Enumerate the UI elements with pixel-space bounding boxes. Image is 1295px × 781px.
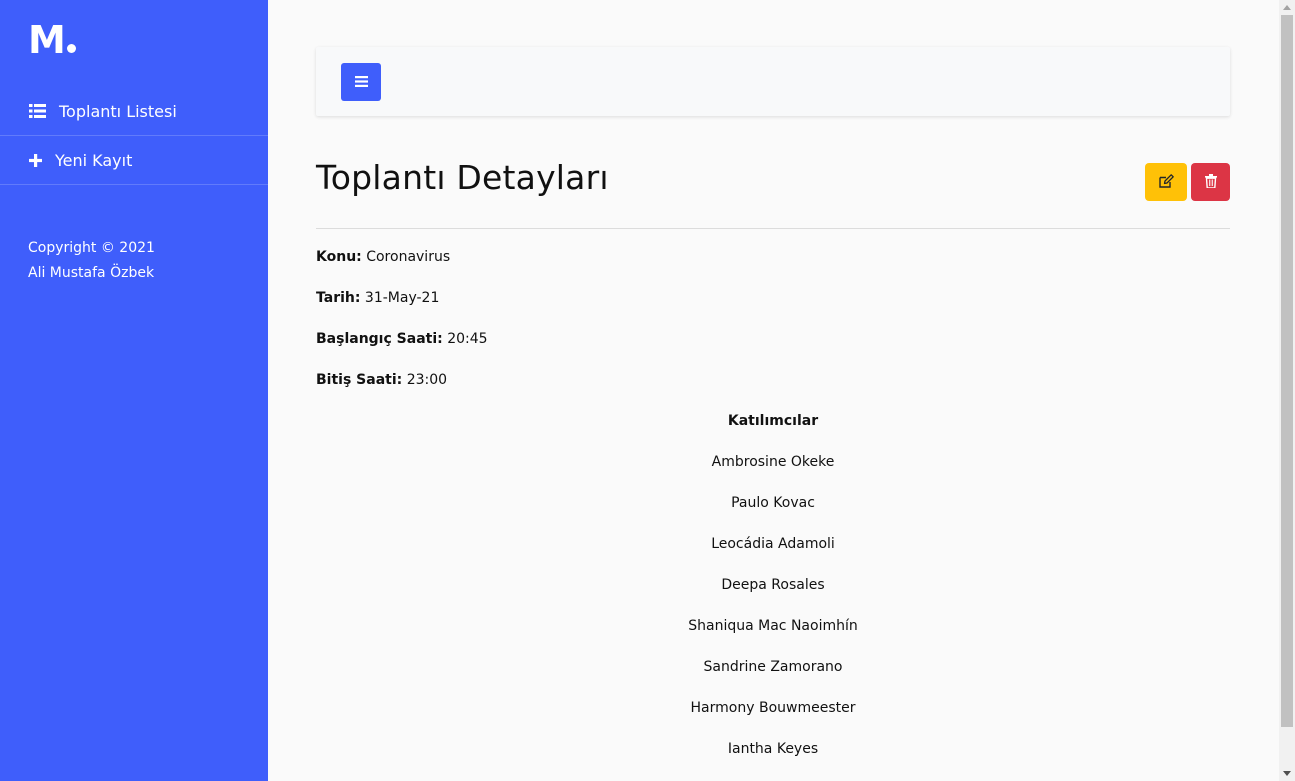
sidebar-item-label: Toplantı Listesi: [59, 101, 177, 121]
list-item: Harmony Bouwmeester: [690, 700, 856, 716]
detail-date: Tarih: 31-May-21: [316, 287, 1230, 328]
detail-label: Tarih:: [316, 290, 361, 306]
detail-end-time: Bitiş Saati: 23:00: [316, 369, 1230, 410]
top-navbar: [316, 47, 1230, 116]
edit-button[interactable]: [1145, 163, 1187, 201]
title-divider: [316, 228, 1230, 229]
scroll-up-icon[interactable]: [1279, 0, 1295, 15]
detail-value: 31-May-21: [364, 290, 440, 306]
sidebar-item-meeting-list[interactable]: Toplantı Listesi: [0, 87, 268, 136]
detail-value: Coronavirus: [366, 249, 451, 265]
list-item: Paulo Kovac: [731, 495, 815, 511]
logo-text: M: [28, 18, 66, 62]
detail-label: Başlangıç Saati:: [316, 331, 443, 347]
sidebar-toggle-button[interactable]: [341, 63, 381, 101]
detail-label: Bitiş Saati:: [316, 372, 403, 388]
list-item: Iantha Keyes: [727, 741, 819, 757]
delete-button[interactable]: [1191, 163, 1230, 201]
menu-icon: [354, 75, 368, 90]
detail-value: 23:00: [406, 372, 448, 388]
copyright-author: Ali Mustafa Özbek: [28, 265, 155, 281]
page-title: Toplantı Detayları: [316, 158, 609, 197]
list-item: Deepa Rosales: [721, 577, 825, 593]
detail-label: Konu:: [316, 249, 362, 265]
detail-value: 20:45: [447, 331, 488, 347]
meeting-details: Konu: Coronavirus Tarih: 31-May-21 Başla…: [316, 246, 1230, 410]
edit-icon: [1158, 173, 1174, 191]
participants-heading: Katılımcılar: [727, 413, 819, 429]
logo-dot: [66, 44, 76, 53]
scroll-down-icon[interactable]: [1279, 766, 1295, 781]
sidebar-item-new-record[interactable]: Yeni Kayıt: [0, 136, 268, 185]
participants-list: Katılımcılar Ambrosine Okeke Paulo Kovac…: [316, 410, 1230, 779]
sidebar-nav: Toplantı Listesi Yeni Kayıt: [0, 87, 268, 185]
list-item: Ambrosine Okeke: [711, 454, 835, 470]
list-icon: [28, 102, 46, 120]
vertical-scrollbar[interactable]: [1279, 0, 1295, 781]
scroll-thumb[interactable]: [1281, 15, 1293, 727]
sidebar-item-label: Yeni Kayıt: [55, 150, 133, 170]
list-item: Sandrine Zamorano: [703, 659, 843, 675]
plus-icon: [28, 151, 42, 169]
detail-start-time: Başlangıç Saati: 20:45: [316, 328, 1230, 369]
sidebar: M Toplantı Listesi Yeni Kayıt Copyright …: [0, 0, 268, 781]
copyright-year: Copyright © 2021: [28, 240, 155, 256]
copyright: Copyright © 2021 Ali Mustafa Özbek: [28, 236, 155, 286]
logo[interactable]: M: [28, 20, 76, 60]
list-item: Shaniqua Mac Naoimhín: [688, 618, 858, 634]
detail-subject: Konu: Coronavirus: [316, 246, 1230, 287]
list-item: Leocádia Adamoli: [711, 536, 835, 552]
trash-icon: [1204, 173, 1217, 191]
